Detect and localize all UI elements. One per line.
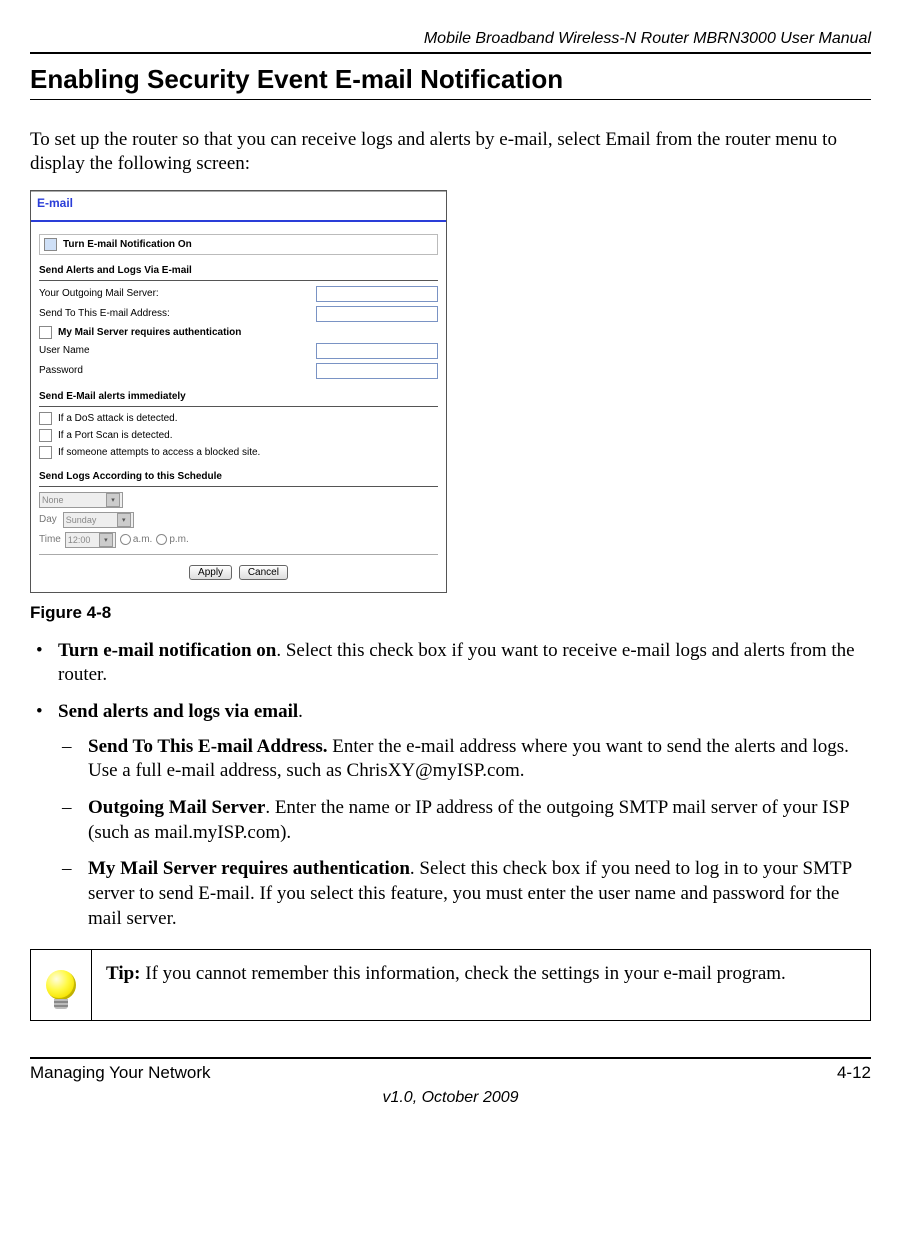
day-select[interactable]: Sunday▾ (63, 512, 134, 528)
section-schedule: Send Logs According to this Schedule (39, 467, 438, 487)
auth-row[interactable]: My Mail Server requires authentication (39, 324, 438, 341)
checkbox-icon[interactable] (39, 446, 52, 459)
alert-blocked-row[interactable]: If someone attempts to access a blocked … (39, 444, 438, 461)
email-config-screenshot: E-mail Turn E-mail Notification On Send … (30, 190, 447, 593)
turn-notification-row[interactable]: Turn E-mail Notification On (39, 234, 438, 255)
password-label: Password (39, 365, 316, 376)
page-heading: Enabling Security Event E-mail Notificat… (30, 64, 871, 95)
alert-dos-row[interactable]: If a DoS attack is detected. (39, 410, 438, 427)
time-select[interactable]: 12:00▾ (65, 532, 116, 548)
tip-box: Tip: If you cannot remember this informa… (30, 949, 871, 1021)
section-immediate-alerts: Send E-Mail alerts immediately (39, 387, 438, 407)
checkbox-icon[interactable] (39, 326, 52, 339)
sub-bullet-bold: Send To This E-mail Address. (88, 736, 328, 757)
footer-version: v1.0, October 2009 (30, 1089, 871, 1107)
figure-caption: Figure 4-8 (30, 603, 871, 623)
lightbulb-icon (31, 950, 92, 1020)
list-item: Turn e-mail notification on. Select this… (30, 639, 871, 688)
cancel-button[interactable]: Cancel (239, 565, 288, 580)
sub-bullet-bold: My Mail Server requires authentication (88, 858, 410, 879)
am-label: a.m. (133, 534, 152, 545)
auth-label: My Mail Server requires authentication (58, 327, 241, 338)
bullet-list: Turn e-mail notification on. Select this… (30, 639, 871, 932)
sendto-input[interactable] (316, 306, 438, 322)
checkbox-icon[interactable] (39, 429, 52, 442)
day-label: Day (39, 514, 57, 525)
list-item: My Mail Server requires authentication. … (58, 857, 871, 931)
am-radio[interactable] (120, 534, 131, 545)
checkbox-icon[interactable] (44, 238, 57, 251)
outgoing-server-input[interactable] (316, 286, 438, 302)
chevron-down-icon: ▾ (106, 493, 120, 507)
pm-radio[interactable] (156, 534, 167, 545)
alert-portscan-label: If a Port Scan is detected. (58, 430, 173, 441)
sendto-label: Send To This E-mail Address: (39, 308, 316, 319)
footer-section: Managing Your Network (30, 1063, 211, 1083)
username-input[interactable] (316, 343, 438, 359)
page-footer: Managing Your Network 4-12 v1.0, October… (30, 1057, 871, 1107)
schedule-select[interactable]: None▾ (39, 492, 123, 508)
chevron-down-icon: ▾ (117, 513, 131, 527)
turn-notification-label: Turn E-mail Notification On (63, 239, 192, 250)
list-item: Send To This E-mail Address. Enter the e… (58, 735, 871, 784)
bullet-text: . (298, 701, 303, 722)
password-input[interactable] (316, 363, 438, 379)
tip-text: Tip: If you cannot remember this informa… (92, 950, 870, 1007)
tip-body: If you cannot remember this information,… (141, 963, 786, 984)
list-item: Outgoing Mail Server. Enter the name or … (58, 796, 871, 845)
heading-rule (30, 99, 871, 100)
bullet-bold: Turn e-mail notification on (58, 640, 276, 661)
footer-page: 4-12 (837, 1063, 871, 1083)
intro-paragraph: To set up the router so that you can rec… (30, 128, 871, 176)
chevron-down-icon: ▾ (99, 533, 113, 547)
sub-bullet-bold: Outgoing Mail Server (88, 797, 265, 818)
time-label: Time (39, 534, 61, 545)
bullet-bold: Send alerts and logs via email (58, 701, 298, 722)
panel-title: E-mail (31, 191, 446, 222)
list-item: Send alerts and logs via email. Send To … (30, 700, 871, 932)
sub-bullet-list: Send To This E-mail Address. Enter the e… (58, 735, 871, 932)
tip-label: Tip: (106, 963, 141, 984)
pm-label: p.m. (169, 534, 188, 545)
alert-portscan-row[interactable]: If a Port Scan is detected. (39, 427, 438, 444)
username-label: User Name (39, 345, 316, 356)
alert-dos-label: If a DoS attack is detected. (58, 413, 178, 424)
section-send-alerts: Send Alerts and Logs Via E-mail (39, 261, 438, 281)
manual-title: Mobile Broadband Wireless-N Router MBRN3… (30, 30, 871, 48)
outgoing-server-label: Your Outgoing Mail Server: (39, 288, 316, 299)
header-rule (30, 52, 871, 54)
apply-button[interactable]: Apply (189, 565, 232, 580)
alert-blocked-label: If someone attempts to access a blocked … (58, 447, 260, 458)
checkbox-icon[interactable] (39, 412, 52, 425)
footer-rule (30, 1057, 871, 1059)
